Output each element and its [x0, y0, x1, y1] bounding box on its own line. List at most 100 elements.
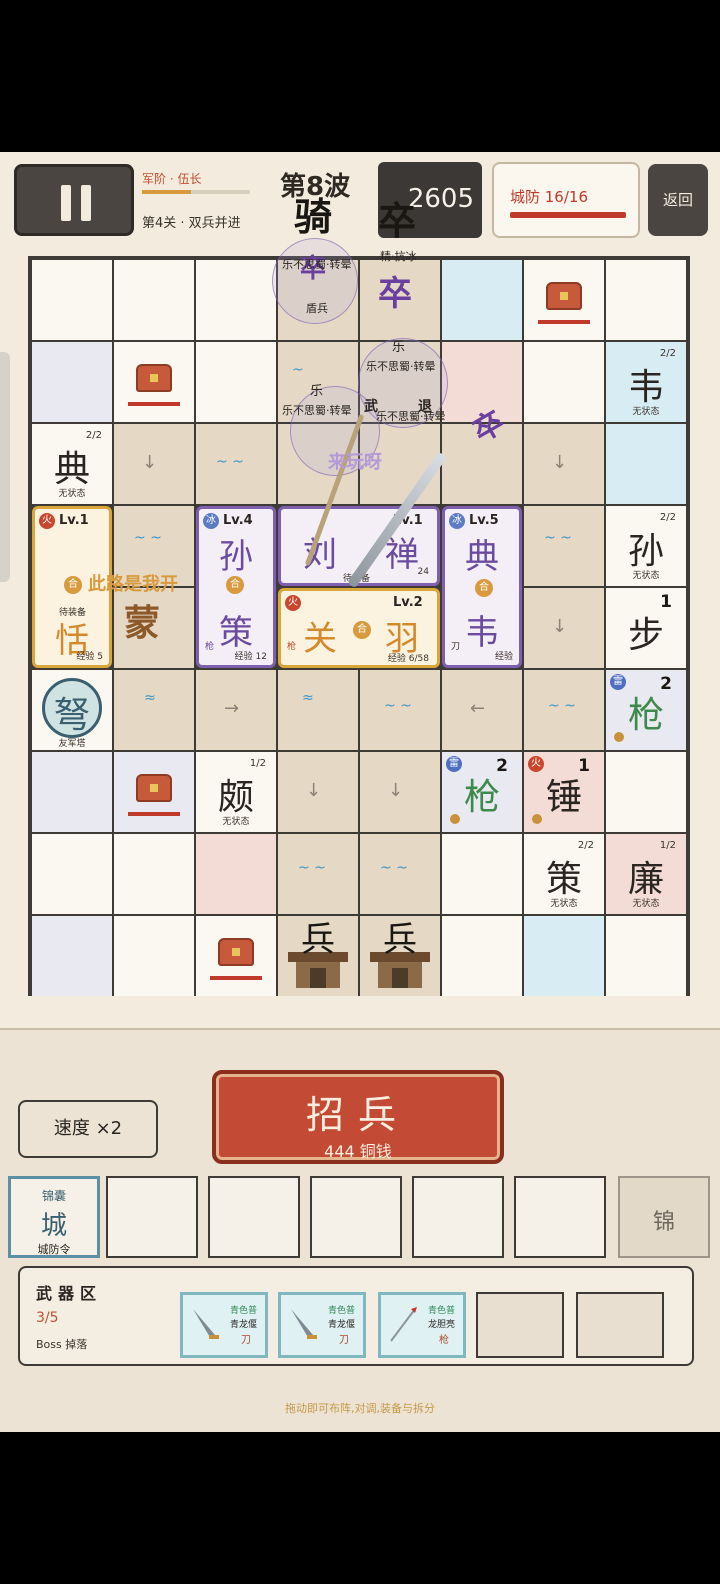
path-cell[interactable]: ~ ~ — [196, 424, 276, 504]
enemy-soldier[interactable]: 卒 — [378, 190, 416, 245]
board-cell[interactable] — [32, 260, 112, 340]
item-slot[interactable] — [514, 1176, 606, 1258]
crossbow-tower-cell[interactable]: 弩 友军塔 — [32, 670, 112, 750]
spawn-gate-cell[interactable]: 兵 — [278, 916, 358, 996]
path-cell[interactable]: → — [196, 670, 276, 750]
treasure-chest-icon[interactable] — [546, 282, 582, 310]
board-cell[interactable] — [442, 834, 522, 914]
treasure-chest-icon[interactable] — [136, 364, 172, 392]
hero-xp: 24 — [417, 567, 429, 577]
item-slot[interactable] — [310, 1176, 402, 1258]
path-cell[interactable]: ↓ — [278, 752, 358, 832]
board-cell[interactable] — [606, 752, 686, 832]
board-cell[interactable] — [114, 752, 194, 832]
merge-icon[interactable]: 合 — [64, 576, 82, 594]
path-cell[interactable]: ≈ — [114, 670, 194, 750]
ice-cell[interactable] — [606, 424, 686, 504]
unit-cell[interactable]: 1/2 廉 无状态 — [606, 834, 686, 914]
unit-cell[interactable]: 1 步 — [606, 588, 686, 668]
unit-cell[interactable]: 1/2 颇 无状态 — [196, 752, 276, 832]
ice-cell[interactable] — [442, 260, 522, 340]
status-text: 退 — [418, 399, 432, 415]
recruit-button[interactable]: 招兵 444 铜钱 — [212, 1070, 504, 1164]
weapon-slot[interactable] — [476, 1292, 564, 1358]
spawn-gate-cell[interactable]: 兵 — [360, 916, 440, 996]
board-cell[interactable] — [196, 342, 276, 422]
recruit-title: 招兵 — [305, 1093, 410, 1137]
weapon-slot[interactable] — [576, 1292, 664, 1358]
unit-cell[interactable]: 2/2 韦 无状态 — [606, 342, 686, 422]
enemy-cavalry[interactable]: 骑 — [294, 186, 332, 241]
board-cell[interactable] — [114, 834, 194, 914]
tactics-slot[interactable]: 锦 — [618, 1176, 710, 1258]
unit-cell[interactable]: 雷 2 枪 — [442, 752, 522, 832]
unit-status: 无状态 — [550, 899, 578, 909]
weapon-slot[interactable]: 青色普 青龙偃 刀 — [278, 1292, 366, 1358]
frost-cell[interactable] — [32, 752, 112, 832]
recruit-price: 444 铜钱 — [324, 1142, 392, 1161]
board-cell[interactable] — [524, 342, 604, 422]
weapon-slot[interactable]: 青色普 青龙偃 刀 — [180, 1292, 268, 1358]
weapon-name: 龙胆亮 — [427, 1320, 455, 1330]
board-cell[interactable] — [606, 260, 686, 340]
board-cell[interactable] — [196, 260, 276, 340]
enemy-soldier[interactable]: 卒 — [378, 266, 412, 315]
arrow-down-icon: ↓ — [306, 780, 322, 801]
path-cell[interactable]: ~ ~ — [360, 834, 440, 914]
water-icon: ~ ~ — [384, 698, 412, 714]
path-cell[interactable]: ~ ~ — [524, 670, 604, 750]
path-cell[interactable]: ↓ — [114, 424, 194, 504]
board-cell[interactable] — [114, 260, 194, 340]
pause-button[interactable] — [14, 164, 134, 236]
path-cell[interactable]: ← — [442, 670, 522, 750]
merge-icon[interactable]: 合 — [353, 621, 371, 639]
unit-cell[interactable]: 2/2 典 无状态 — [32, 424, 112, 504]
side-handle[interactable] — [0, 352, 10, 582]
path-cell[interactable]: ↓ — [524, 588, 604, 668]
unit-cell[interactable]: 2/2 策 无状态 — [524, 834, 604, 914]
path-cell[interactable]: ≈ — [278, 670, 358, 750]
item-slot[interactable] — [412, 1176, 504, 1258]
weapon-slot[interactable]: 青色普 龙胆亮 枪 — [378, 1292, 466, 1358]
unit-cell[interactable]: 雷 2 枪 — [606, 670, 686, 750]
arrow-down-icon: ↓ — [142, 452, 158, 473]
hero-card[interactable]: 火 Lv.2 关 羽 枪 经验 6/58 合 — [278, 588, 440, 668]
board-cell[interactable] — [442, 916, 522, 996]
board-cell[interactable] — [196, 916, 276, 996]
path-cell[interactable]: ↓ — [360, 752, 440, 832]
path-cell[interactable]: ~ ~ — [360, 670, 440, 750]
ice-cell[interactable] — [524, 916, 604, 996]
frost-cell[interactable] — [32, 916, 112, 996]
board-cell[interactable] — [524, 260, 604, 340]
status-text: 乐不思蜀·转晕 — [376, 410, 446, 423]
rank-progress-fill — [142, 190, 191, 194]
gate-glyph: 兵 — [383, 920, 417, 960]
frost-cell[interactable] — [32, 342, 112, 422]
path-cell[interactable]: ~ ~ — [524, 506, 604, 586]
item-slot[interactable] — [208, 1176, 300, 1258]
board-cell[interactable] — [606, 916, 686, 996]
hero-card[interactable]: 冰 Lv.5 典 韦 刀 经验 合 — [442, 506, 522, 668]
water-icon: ~ ~ — [298, 860, 326, 876]
item-slot[interactable] — [106, 1176, 198, 1258]
hero-speech: 此路是我开 — [88, 574, 178, 595]
tower-glyph: 蒙 — [124, 602, 161, 644]
path-cell[interactable]: ~ ~ — [278, 834, 358, 914]
unit-cell[interactable]: 火 1 锤 — [524, 752, 604, 832]
enemy-speech: 来玩呀 — [328, 452, 382, 473]
header: 军阶 · 伍长 第4关 · 双兵并进 第8波 2605 城防 16/16 返回 — [0, 152, 720, 252]
treasure-chest-icon[interactable] — [136, 774, 172, 802]
merge-icon[interactable]: 合 — [226, 576, 244, 594]
path-cell[interactable]: ↓ — [524, 424, 604, 504]
board-cell[interactable] — [114, 342, 194, 422]
merge-icon[interactable]: 合 — [475, 579, 493, 597]
board-cell[interactable] — [32, 834, 112, 914]
hero-weapon: 刀 — [451, 642, 461, 652]
speed-button[interactable]: 速度 ×2 — [18, 1100, 158, 1158]
unit-cell[interactable]: 2/2 孙 无状态 — [606, 506, 686, 586]
treasure-chest-icon[interactable] — [218, 938, 254, 966]
fire-cell[interactable] — [196, 834, 276, 914]
return-button[interactable]: 返回 — [648, 164, 708, 236]
item-slot[interactable]: 锦囊 城 城防令 — [8, 1176, 100, 1258]
board-cell[interactable] — [114, 916, 194, 996]
